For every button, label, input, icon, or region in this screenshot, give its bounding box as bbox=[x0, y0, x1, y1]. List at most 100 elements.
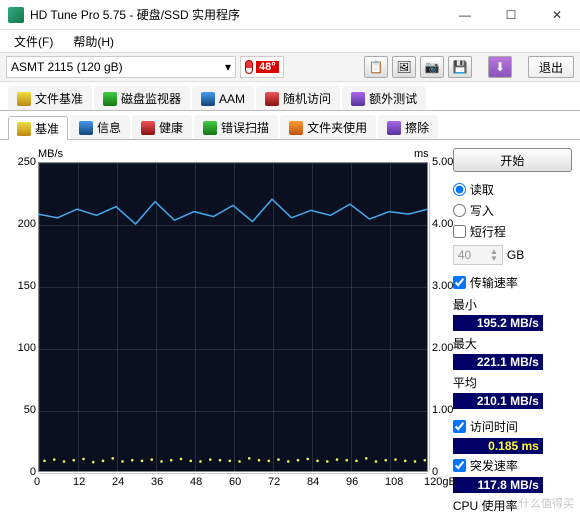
transfer-checkbox[interactable] bbox=[453, 276, 466, 289]
tab-label: 擦除 bbox=[405, 119, 429, 136]
tab-label: 文件基准 bbox=[35, 90, 83, 107]
tab-label: 额外测试 bbox=[369, 90, 417, 107]
axis-tick: 250 bbox=[10, 156, 36, 168]
tab-icon bbox=[289, 121, 303, 135]
save-button[interactable]: 💾 bbox=[448, 56, 472, 78]
axis-tick: 120gB bbox=[424, 476, 456, 488]
max-label: 最大 bbox=[453, 335, 572, 352]
temperature-box: 48° bbox=[240, 56, 284, 78]
tab-label: 磁盘监视器 bbox=[121, 90, 181, 107]
access-label: 访问时间 bbox=[470, 418, 518, 435]
start-button[interactable]: 开始 bbox=[453, 148, 572, 172]
tab-额外测试[interactable]: 额外测试 bbox=[342, 86, 426, 110]
burst-checkbox[interactable] bbox=[453, 459, 466, 472]
short-stroke-spinner[interactable]: 40▲▼ bbox=[453, 245, 503, 265]
max-value: 221.1 MB/s bbox=[453, 354, 543, 370]
benchmark-chart: 2502001501005005.004.003.002.001.0000122… bbox=[8, 148, 445, 498]
tab-label: 健康 bbox=[159, 119, 183, 136]
temperature-value: 48° bbox=[256, 61, 279, 73]
axis-tick: 60 bbox=[229, 476, 241, 488]
axis-tick: 150 bbox=[10, 280, 36, 292]
tab-icon bbox=[201, 92, 215, 106]
axis-tick: 96 bbox=[346, 476, 358, 488]
window-title: HD Tune Pro 5.75 - 硬盘/SSD 实用程序 bbox=[30, 6, 442, 23]
options-button[interactable]: ⬇ bbox=[488, 56, 512, 78]
burst-label: 突发速率 bbox=[470, 457, 518, 474]
tab-label: 信息 bbox=[97, 119, 121, 136]
axis-tick: 12 bbox=[73, 476, 85, 488]
tab-文件夹使用[interactable]: 文件夹使用 bbox=[280, 115, 376, 139]
min-label: 最小 bbox=[453, 296, 572, 313]
axis-tick: 4.00 bbox=[432, 218, 453, 230]
screenshot-button[interactable]: 📷 bbox=[420, 56, 444, 78]
tab-icon bbox=[103, 92, 117, 106]
axis-tick: 2.00 bbox=[432, 342, 453, 354]
tab-健康[interactable]: 健康 bbox=[132, 115, 192, 139]
copy-screenshot-button[interactable]: 🖼 bbox=[392, 56, 416, 78]
tab-随机访问[interactable]: 随机访问 bbox=[256, 86, 340, 110]
transfer-label: 传输速率 bbox=[470, 274, 518, 291]
main-panel: 2502001501005005.004.003.002.001.0000122… bbox=[0, 140, 580, 522]
axis-tick: 0 bbox=[10, 466, 36, 478]
tab-icon bbox=[141, 121, 155, 135]
tab-icon bbox=[17, 122, 31, 136]
read-radio[interactable] bbox=[453, 183, 466, 196]
short-stroke-checkbox[interactable] bbox=[453, 225, 466, 238]
spinner-arrows: ▲▼ bbox=[490, 248, 498, 262]
tab-文件基准[interactable]: 文件基准 bbox=[8, 86, 92, 110]
drive-select-value: ASMT 2115 (120 gB) bbox=[11, 60, 123, 74]
axis-tick: 108 bbox=[385, 476, 403, 488]
write-radio[interactable] bbox=[453, 204, 466, 217]
tab-label: AAM bbox=[219, 92, 245, 106]
side-panel: 开始 读取 写入 短行程 40▲▼ GB 传输速率 最小 195.2 MB/s … bbox=[453, 148, 572, 514]
tabs-row-2: 基准 信息 健康 错误扫描 文件夹使用 擦除 bbox=[0, 111, 580, 140]
axis-tick: 36 bbox=[151, 476, 163, 488]
tab-AAM[interactable]: AAM bbox=[192, 86, 254, 110]
access-value: 0.185 ms bbox=[453, 438, 543, 454]
tab-label: 错误扫描 bbox=[221, 119, 269, 136]
exit-button[interactable]: 退出 bbox=[528, 56, 574, 78]
avg-value: 210.1 MB/s bbox=[453, 393, 543, 409]
axis-tick: 48 bbox=[190, 476, 202, 488]
avg-label: 平均 bbox=[453, 374, 572, 391]
tab-错误扫描[interactable]: 错误扫描 bbox=[194, 115, 278, 139]
access-checkbox[interactable] bbox=[453, 420, 466, 433]
tab-icon bbox=[351, 92, 365, 106]
window-controls: — ☐ ✕ bbox=[442, 0, 580, 30]
watermark: 什么值得买 bbox=[519, 495, 574, 511]
tab-icon bbox=[203, 121, 217, 135]
tab-擦除[interactable]: 擦除 bbox=[378, 115, 438, 139]
copy-info-button[interactable]: 📋 bbox=[364, 56, 388, 78]
axis-tick: 100 bbox=[10, 342, 36, 354]
tab-icon bbox=[17, 92, 31, 106]
drive-select[interactable]: ASMT 2115 (120 gB) ▾ bbox=[6, 56, 236, 78]
tab-磁盘监视器[interactable]: 磁盘监视器 bbox=[94, 86, 190, 110]
axis-tick: 200 bbox=[10, 218, 36, 230]
close-button[interactable]: ✕ bbox=[534, 0, 580, 30]
thermometer-icon bbox=[245, 60, 253, 74]
axis-tick: ms bbox=[414, 148, 429, 160]
short-stroke-label: 短行程 bbox=[470, 223, 506, 240]
tabs-row-1: 文件基准 磁盘监视器 AAM 随机访问 额外测试 bbox=[0, 82, 580, 111]
chevron-down-icon: ▾ bbox=[225, 60, 231, 74]
tab-icon bbox=[265, 92, 279, 106]
menu-file[interactable]: 文件(F) bbox=[6, 31, 61, 52]
menu-help[interactable]: 帮助(H) bbox=[65, 31, 122, 52]
tab-label: 文件夹使用 bbox=[307, 119, 367, 136]
app-icon bbox=[8, 7, 24, 23]
axis-tick: 1.00 bbox=[432, 404, 453, 416]
short-stroke-unit: GB bbox=[507, 248, 524, 262]
minimize-button[interactable]: — bbox=[442, 0, 488, 30]
burst-value: 117.8 MB/s bbox=[453, 477, 543, 493]
tab-基准[interactable]: 基准 bbox=[8, 116, 68, 140]
menubar: 文件(F) 帮助(H) bbox=[0, 30, 580, 52]
read-label: 读取 bbox=[470, 181, 494, 198]
toolbar: ASMT 2115 (120 gB) ▾ 48° 📋 🖼 📷 💾 ⬇ 退出 bbox=[0, 52, 580, 82]
axis-tick: 0 bbox=[34, 476, 40, 488]
axis-tick: MB/s bbox=[38, 148, 63, 160]
maximize-button[interactable]: ☐ bbox=[488, 0, 534, 30]
write-label: 写入 bbox=[470, 202, 494, 219]
axis-tick: 3.00 bbox=[432, 280, 453, 292]
tab-信息[interactable]: 信息 bbox=[70, 115, 130, 139]
min-value: 195.2 MB/s bbox=[453, 315, 543, 331]
